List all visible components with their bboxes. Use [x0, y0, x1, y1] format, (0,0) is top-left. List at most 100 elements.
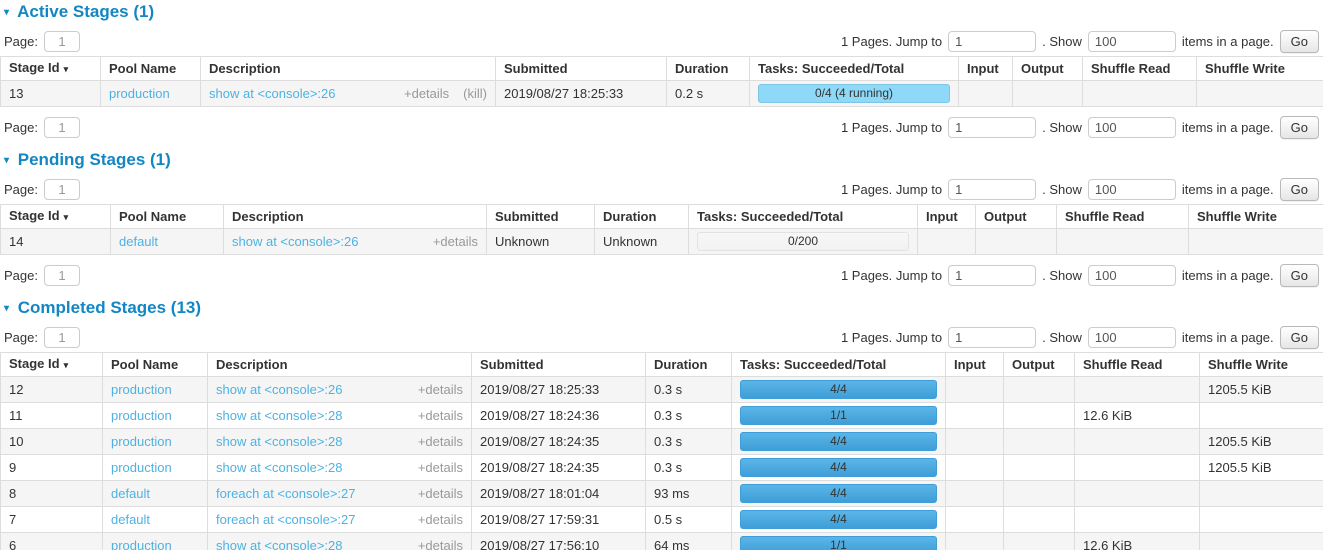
- col-header-duration[interactable]: Duration: [646, 353, 732, 377]
- cell-duration: 0.3 s: [646, 377, 732, 403]
- go-button[interactable]: Go: [1280, 30, 1319, 53]
- pool-name-link[interactable]: production: [109, 86, 170, 101]
- col-header-submitted[interactable]: Submitted: [496, 57, 667, 81]
- stage-description-link[interactable]: show at <console>:28: [216, 434, 342, 449]
- details-toggle-link[interactable]: +details: [418, 486, 463, 501]
- col-header-stage-id[interactable]: Stage Id▾: [1, 57, 101, 81]
- kill-link[interactable]: (kill): [463, 86, 487, 101]
- details-toggle-link[interactable]: +details: [418, 538, 463, 550]
- col-header-label: Stage Id: [9, 208, 60, 223]
- stage-description-link[interactable]: show at <console>:28: [216, 460, 342, 475]
- stage-description-link[interactable]: show at <console>:28: [216, 538, 342, 550]
- col-header-pool-name[interactable]: Pool Name: [111, 205, 224, 229]
- jump-to-page-input[interactable]: [948, 31, 1036, 52]
- stage-description-link[interactable]: foreach at <console>:27: [216, 512, 356, 527]
- go-button[interactable]: Go: [1280, 116, 1319, 139]
- col-header-input[interactable]: Input: [946, 353, 1004, 377]
- col-header-pool-name[interactable]: Pool Name: [103, 353, 208, 377]
- col-header-output[interactable]: Output: [1004, 353, 1075, 377]
- items-per-page-input[interactable]: [1088, 31, 1176, 52]
- page-number-input[interactable]: [44, 327, 80, 348]
- tasks-progress-label: 4/4: [830, 434, 847, 448]
- jump-to-page-input[interactable]: [948, 117, 1036, 138]
- details-toggle-link[interactable]: +details: [404, 86, 449, 101]
- page-number-input[interactable]: [44, 265, 80, 286]
- pool-name-link[interactable]: production: [111, 460, 172, 475]
- items-per-page-input[interactable]: [1088, 265, 1176, 286]
- details-toggle-link[interactable]: +details: [418, 512, 463, 527]
- completed-stages-heading[interactable]: ▾ Completed Stages (13): [4, 299, 1323, 317]
- stage-row: 7defaultforeach at <console>:27+details2…: [1, 507, 1323, 533]
- col-header-submitted[interactable]: Submitted: [472, 353, 646, 377]
- col-header-shuffle-read[interactable]: Shuffle Read: [1083, 57, 1197, 81]
- show-label: . Show: [1042, 182, 1082, 197]
- pool-name-link[interactable]: default: [111, 486, 150, 501]
- go-button[interactable]: Go: [1280, 326, 1319, 349]
- stage-description-link[interactable]: show at <console>:26: [232, 234, 358, 249]
- pool-name-link[interactable]: production: [111, 408, 172, 423]
- col-header-submitted[interactable]: Submitted: [487, 205, 595, 229]
- items-per-page-input[interactable]: [1088, 327, 1176, 348]
- col-header-description[interactable]: Description: [201, 57, 496, 81]
- col-header-shuffle-write[interactable]: Shuffle Write: [1200, 353, 1323, 377]
- tasks-progress-bar: 0/4 (4 running): [758, 84, 950, 103]
- tasks-progress-label: 4/4: [830, 512, 847, 526]
- description-wrap: show at <console>:28 +details: [216, 408, 463, 423]
- jump-to-page-input[interactable]: [948, 327, 1036, 348]
- pool-name-link[interactable]: production: [111, 382, 172, 397]
- col-header-description[interactable]: Description: [224, 205, 487, 229]
- col-header-shuffle-write[interactable]: Shuffle Write: [1189, 205, 1323, 229]
- col-header-label: Input: [967, 61, 999, 76]
- jump-to-page-input[interactable]: [948, 265, 1036, 286]
- col-header-tasks-succeeded-total[interactable]: Tasks: Succeeded/Total: [732, 353, 946, 377]
- col-header-stage-id[interactable]: Stage Id▾: [1, 205, 111, 229]
- details-toggle-link[interactable]: +details: [433, 234, 478, 249]
- stage-description-link[interactable]: show at <console>:26: [216, 382, 342, 397]
- col-header-tasks-succeeded-total[interactable]: Tasks: Succeeded/Total: [689, 205, 918, 229]
- stage-row: 9productionshow at <console>:28+details2…: [1, 455, 1323, 481]
- col-header-duration[interactable]: Duration: [667, 57, 750, 81]
- pool-name-link[interactable]: default: [111, 512, 150, 527]
- items-per-page-input[interactable]: [1088, 117, 1176, 138]
- cell-tasks: 4/4: [732, 429, 946, 455]
- items-per-page-input[interactable]: [1088, 179, 1176, 200]
- stage-row: 12productionshow at <console>:26+details…: [1, 377, 1323, 403]
- col-header-description[interactable]: Description: [208, 353, 472, 377]
- details-toggle-link[interactable]: +details: [418, 382, 463, 397]
- col-header-duration[interactable]: Duration: [595, 205, 689, 229]
- jump-to-page-input[interactable]: [948, 179, 1036, 200]
- cell-shuffle-read: [1075, 429, 1200, 455]
- col-header-input[interactable]: Input: [918, 205, 976, 229]
- details-toggle-link[interactable]: +details: [418, 460, 463, 475]
- pool-name-link[interactable]: production: [111, 538, 172, 550]
- col-header-shuffle-read[interactable]: Shuffle Read: [1075, 353, 1200, 377]
- page-number-input[interactable]: [44, 179, 80, 200]
- go-button[interactable]: Go: [1280, 178, 1319, 201]
- col-header-label: Submitted: [495, 209, 559, 224]
- col-header-stage-id[interactable]: Stage Id▾: [1, 353, 103, 377]
- stage-description-link[interactable]: show at <console>:28: [216, 408, 342, 423]
- stage-row: 11productionshow at <console>:28+details…: [1, 403, 1323, 429]
- active-stages-heading[interactable]: ▾ Active Stages (1): [4, 3, 1323, 21]
- stage-description-link[interactable]: foreach at <console>:27: [216, 486, 356, 501]
- col-header-output[interactable]: Output: [976, 205, 1057, 229]
- col-header-output[interactable]: Output: [1013, 57, 1083, 81]
- col-header-input[interactable]: Input: [959, 57, 1013, 81]
- col-header-shuffle-write[interactable]: Shuffle Write: [1197, 57, 1323, 81]
- col-header-pool-name[interactable]: Pool Name: [101, 57, 201, 81]
- page-number-input[interactable]: [44, 117, 80, 138]
- col-header-label: Tasks: Succeeded/Total: [697, 209, 843, 224]
- pool-name-link[interactable]: default: [119, 234, 158, 249]
- go-button[interactable]: Go: [1280, 264, 1319, 287]
- details-toggle-link[interactable]: +details: [418, 408, 463, 423]
- pool-name-link[interactable]: production: [111, 434, 172, 449]
- cell-pool-name: default: [103, 507, 208, 533]
- page-number-input[interactable]: [44, 31, 80, 52]
- cell-description: show at <console>:26 +details (kill): [201, 81, 496, 107]
- col-header-tasks-succeeded-total[interactable]: Tasks: Succeeded/Total: [750, 57, 959, 81]
- pending-stages-heading[interactable]: ▾ Pending Stages (1): [4, 151, 1323, 169]
- stage-description-link[interactable]: show at <console>:26: [209, 86, 335, 101]
- col-header-label: Submitted: [480, 357, 544, 372]
- col-header-shuffle-read[interactable]: Shuffle Read: [1057, 205, 1189, 229]
- details-toggle-link[interactable]: +details: [418, 434, 463, 449]
